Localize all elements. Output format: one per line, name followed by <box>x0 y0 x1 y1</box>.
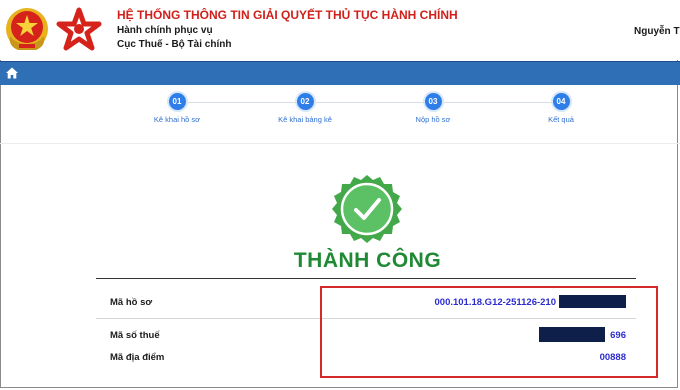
success-title: THÀNH CÔNG <box>293 249 442 272</box>
national-emblem-icon <box>6 8 48 50</box>
step-4[interactable]: 04 Kết quả <box>511 93 611 124</box>
step-label: Kê khai bảng kê <box>278 115 332 124</box>
step-number: 02 <box>296 93 314 110</box>
header: HỆ THỐNG THÔNG TIN GIẢI QUYẾT THỦ TỤC HÀ… <box>0 0 680 60</box>
divider <box>96 278 636 279</box>
home-icon[interactable] <box>5 66 19 80</box>
step-number: 04 <box>552 93 570 110</box>
step-number: 01 <box>168 93 186 110</box>
step-2[interactable]: 02 Kê khai bảng kê <box>255 93 355 124</box>
check-badge-icon <box>332 175 402 243</box>
ma-so-thue-label: Mã số thuế <box>110 330 160 341</box>
divider <box>0 143 680 144</box>
portal-logo-icon <box>56 7 102 51</box>
nav-bar <box>0 61 680 85</box>
step-3[interactable]: 03 Nộp hồ sơ <box>383 93 483 124</box>
highlight-box <box>320 286 658 378</box>
step-1[interactable]: 01 Kê khai hồ sơ <box>127 93 227 124</box>
user-name[interactable]: Nguyễn Th <box>634 26 680 37</box>
ma-dia-diem-label: Mã địa điểm <box>110 352 165 363</box>
agency-name: Cục Thuế - Bộ Tài chính <box>117 39 232 50</box>
step-label: Kết quả <box>548 115 574 124</box>
step-label: Kê khai hồ sơ <box>153 115 201 124</box>
step-label: Nộp hồ sơ <box>415 115 451 124</box>
step-number: 03 <box>424 93 442 110</box>
system-title: HỆ THỐNG THÔNG TIN GIẢI QUYẾT THỦ TỤC HÀ… <box>117 8 458 22</box>
ma-ho-so-label: Mã hồ sơ <box>110 297 153 308</box>
system-subtitle: Hành chính phục vụ <box>117 25 213 36</box>
progress-steps: 01 Kê khai hồ sơ 02 Kê khai bảng kê 03 N… <box>0 84 680 134</box>
